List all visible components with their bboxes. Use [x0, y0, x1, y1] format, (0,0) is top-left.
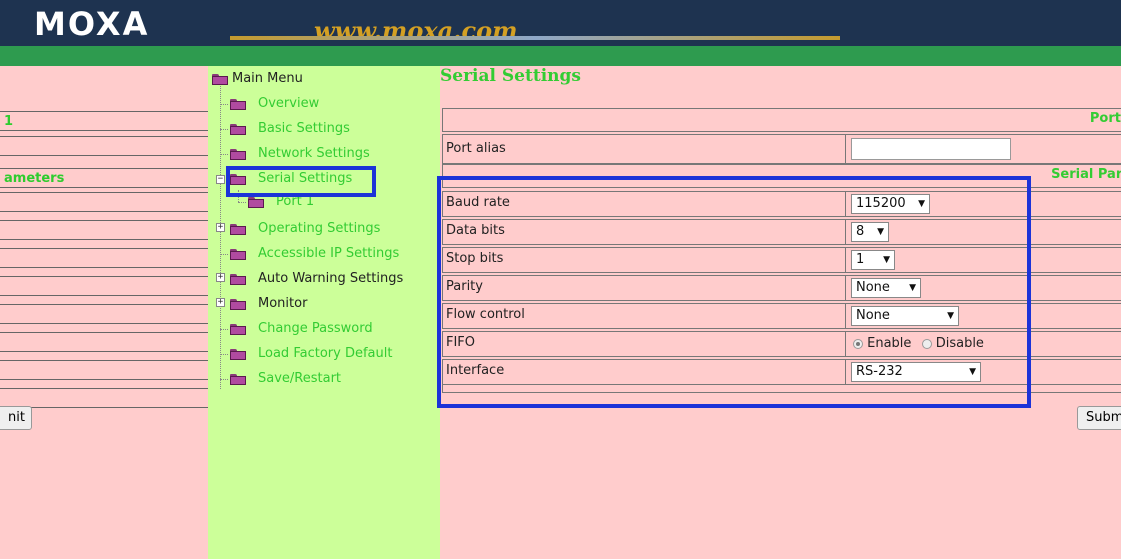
- tree-line: [220, 354, 228, 355]
- folder-icon: [230, 299, 246, 310]
- folder-icon: [230, 224, 246, 235]
- folder-icon: [230, 374, 246, 385]
- menu-item-network-settings[interactable]: Network Settings: [258, 146, 370, 161]
- serial-params-header: Serial Para: [1051, 167, 1121, 182]
- expand-toggle-icon[interactable]: +: [216, 298, 225, 307]
- left-row: [0, 276, 208, 296]
- menu-item-monitor[interactable]: Monitor: [258, 296, 307, 311]
- tree-line: [220, 104, 228, 105]
- tree-line: [238, 202, 246, 203]
- highlight-box-menu: [226, 166, 376, 197]
- left-row: [0, 388, 208, 408]
- left-row-header: 1: [0, 111, 208, 131]
- folder-icon: [230, 124, 246, 135]
- expand-toggle-icon[interactable]: +: [216, 223, 225, 232]
- header-url: www.moxa.com: [314, 16, 518, 45]
- expand-toggle-icon[interactable]: +: [216, 273, 225, 282]
- moxa-logo: MOXA: [34, 5, 150, 43]
- folder-icon: [230, 349, 246, 360]
- folder-icon: [230, 249, 246, 260]
- left-row: [0, 304, 208, 324]
- cell-separator: [845, 135, 846, 163]
- menu-item-change-password[interactable]: Change Password: [258, 321, 373, 336]
- menu-item-basic-settings[interactable]: Basic Settings: [258, 121, 350, 136]
- port-header-row: Port: [442, 108, 1121, 132]
- left-row: [0, 360, 208, 380]
- folder-icon: [230, 274, 246, 285]
- page-title: Serial Settings: [440, 66, 581, 86]
- main-menu-frame: Main Menu Overview Basic Settings Networ…: [208, 66, 440, 559]
- header-green-bar: [0, 46, 1121, 66]
- folder-icon: [248, 197, 264, 208]
- submit-button[interactable]: Subm: [1077, 406, 1121, 430]
- tree-line: [220, 379, 228, 380]
- left-section-text: ameters: [4, 171, 65, 186]
- menu-root-main-menu[interactable]: Main Menu: [232, 71, 303, 86]
- tree-line: [220, 154, 228, 155]
- folder-icon: [230, 99, 246, 110]
- left-row-text: 1: [4, 114, 14, 129]
- page-header: MOXA www.moxa.com: [0, 0, 1121, 46]
- menu-item-accessible-ip-settings[interactable]: Accessible IP Settings: [258, 246, 399, 261]
- left-row: [0, 248, 208, 268]
- menu-item-operating-settings[interactable]: Operating Settings: [258, 221, 380, 236]
- highlight-box-serial-params: [437, 176, 1031, 408]
- menu-item-load-factory-default[interactable]: Load Factory Default: [258, 346, 392, 361]
- menu-item-save-restart[interactable]: Save/Restart: [258, 371, 341, 386]
- folder-icon: [230, 324, 246, 335]
- left-row: [0, 136, 208, 156]
- port-alias-label: Port alias: [446, 141, 506, 156]
- port-alias-row: Port alias: [442, 134, 1121, 164]
- menu-item-overview[interactable]: Overview: [258, 96, 319, 111]
- port-header: Port: [1089, 111, 1121, 126]
- header-decorative-strip: [230, 36, 840, 40]
- left-row: [0, 192, 208, 212]
- left-submit-button[interactable]: nit: [0, 406, 32, 430]
- left-row-section: ameters: [0, 168, 208, 188]
- tree-line: [220, 129, 228, 130]
- menu-item-auto-warning-settings[interactable]: Auto Warning Settings: [258, 271, 403, 286]
- tree-line: [220, 254, 228, 255]
- left-row: [0, 220, 208, 240]
- tree-line: [220, 329, 228, 330]
- port-alias-input[interactable]: [851, 138, 1011, 160]
- folder-icon: [230, 149, 246, 160]
- left-row: [0, 332, 208, 352]
- collapse-toggle-icon[interactable]: −: [216, 175, 225, 184]
- left-frame: 1 ameters nit: [0, 66, 208, 559]
- folder-open-icon: [212, 74, 228, 85]
